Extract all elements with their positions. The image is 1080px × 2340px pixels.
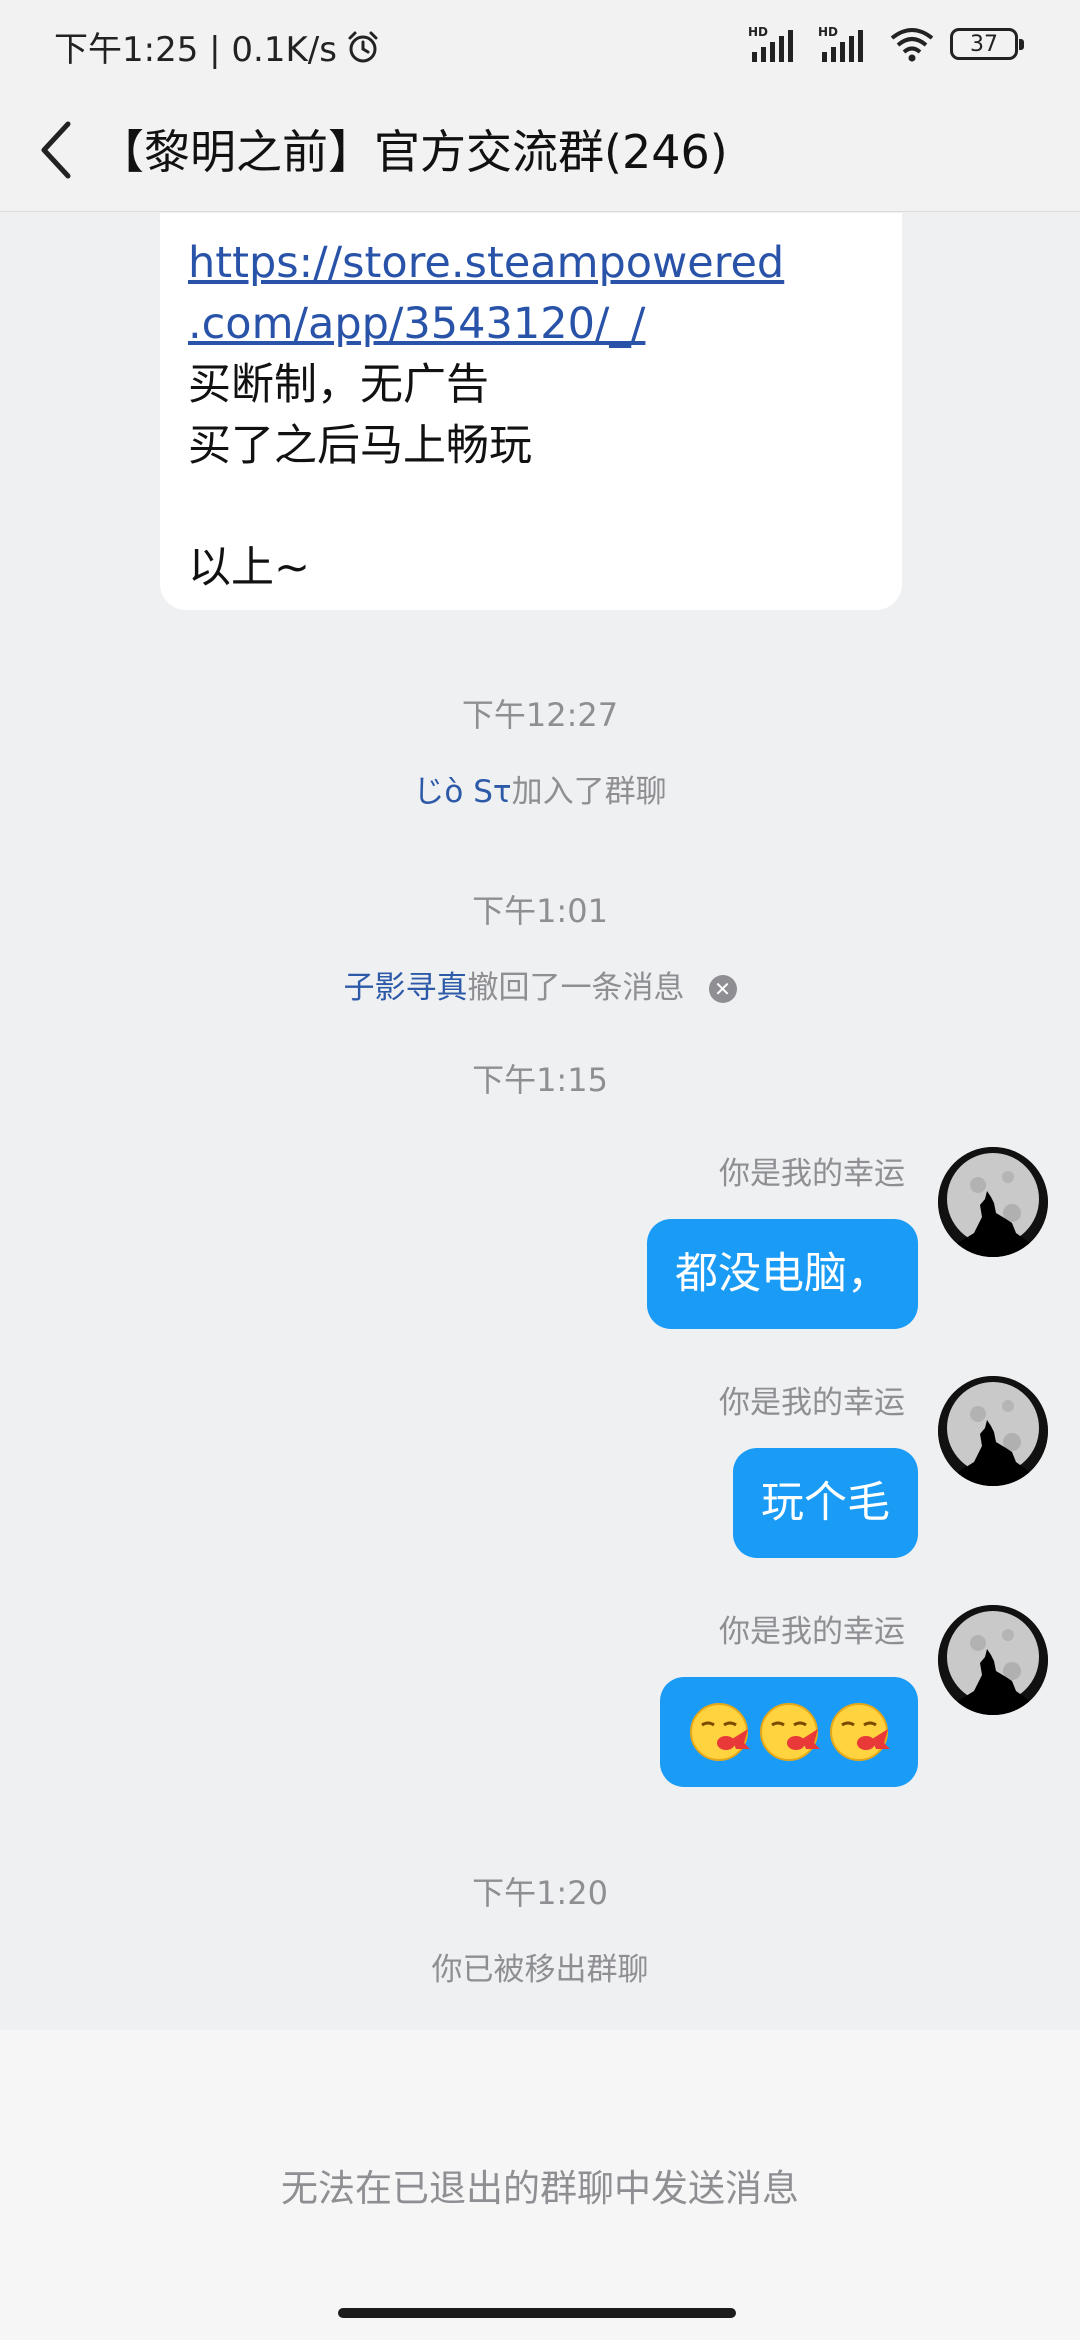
join-notice: じò Sτ加入了群聊 bbox=[0, 766, 1080, 811]
home-indicator[interactable] bbox=[338, 2308, 736, 2318]
sender-name: 你是我的幸运 bbox=[719, 1385, 905, 1421]
received-message-bubble[interactable]: https://store.steampowered .com/app/3543… bbox=[160, 213, 902, 610]
close-icon[interactable]: ✕ bbox=[708, 975, 737, 1003]
spit-blood-emoji-icon bbox=[760, 1703, 820, 1761]
avatar[interactable] bbox=[938, 1147, 1048, 1257]
recall-text: 撤回了一条消息 bbox=[467, 970, 685, 1006]
svg-text:HD: HD bbox=[748, 25, 768, 39]
avatar[interactable] bbox=[938, 1376, 1048, 1486]
removed-notice: 你已被移出群聊 bbox=[431, 1952, 649, 1988]
status-left: 下午1:25 | 0.1K/s bbox=[54, 22, 381, 71]
status-bar: 下午1:25 | 0.1K/s HD HD 37 bbox=[0, 0, 1080, 88]
sent-message-bubble[interactable]: 都没电脑， bbox=[647, 1219, 918, 1329]
title-bar: 【黎明之前】官方交流群(246) bbox=[0, 88, 1080, 212]
wolf-moon-icon bbox=[938, 1605, 1048, 1715]
input-panel: 无法在已退出的群聊中发送消息 bbox=[0, 2030, 1080, 2340]
sender-name: 你是我的幸运 bbox=[719, 1614, 905, 1650]
join-text: 加入了群聊 bbox=[511, 774, 667, 810]
recall-notice: 子影寻真撤回了一条消息 ✕ bbox=[0, 962, 1080, 1007]
timestamp: 下午1:15 bbox=[472, 1061, 608, 1099]
svg-text:HD: HD bbox=[818, 25, 838, 39]
timestamp: 下午1:20 bbox=[472, 1874, 608, 1912]
spit-blood-emoji-icon bbox=[690, 1703, 750, 1761]
joined-user-name[interactable]: じò Sτ bbox=[413, 774, 511, 810]
steam-link-line2[interactable]: .com/app/3543120/_/ bbox=[188, 294, 874, 355]
wifi-icon bbox=[890, 28, 934, 62]
timestamp: 下午12:27 bbox=[461, 696, 619, 734]
wolf-moon-icon bbox=[938, 1376, 1048, 1486]
chat-title[interactable]: 【黎明之前】官方交流群(246) bbox=[98, 116, 728, 182]
sent-emoji-bubble[interactable] bbox=[660, 1677, 918, 1787]
spit-blood-emoji-icon bbox=[830, 1703, 890, 1761]
timestamp: 下午1:01 bbox=[472, 892, 608, 930]
status-right: HD HD 37 bbox=[748, 24, 1024, 64]
battery-icon: 37 bbox=[950, 28, 1024, 60]
status-time: 下午1:25 | 0.1K/s bbox=[54, 30, 337, 70]
alarm-icon bbox=[348, 31, 378, 62]
message-text-line: 买断制，无广告 bbox=[188, 360, 489, 410]
sender-name: 你是我的幸运 bbox=[719, 1156, 905, 1192]
avatar[interactable] bbox=[938, 1605, 1048, 1715]
steam-link-line1[interactable]: https://store.steampowered bbox=[188, 233, 874, 294]
signal-icon-2: HD bbox=[818, 25, 863, 62]
message-text-line: 买了之后马上畅玩 bbox=[188, 421, 532, 471]
signal-icon-1: HD bbox=[748, 25, 793, 62]
message-text-line: 以上~ bbox=[188, 543, 311, 593]
message-list[interactable]: https://store.steampowered .com/app/3543… bbox=[0, 213, 1080, 2030]
back-arrow-icon[interactable] bbox=[36, 118, 76, 182]
wolf-moon-icon bbox=[938, 1147, 1048, 1257]
recall-user-name[interactable]: 子影寻真 bbox=[344, 970, 468, 1006]
battery-level: 37 bbox=[970, 31, 998, 57]
sent-message-bubble[interactable]: 玩个毛 bbox=[733, 1448, 918, 1558]
disabled-input-notice: 无法在已退出的群聊中发送消息 bbox=[281, 2167, 799, 2210]
